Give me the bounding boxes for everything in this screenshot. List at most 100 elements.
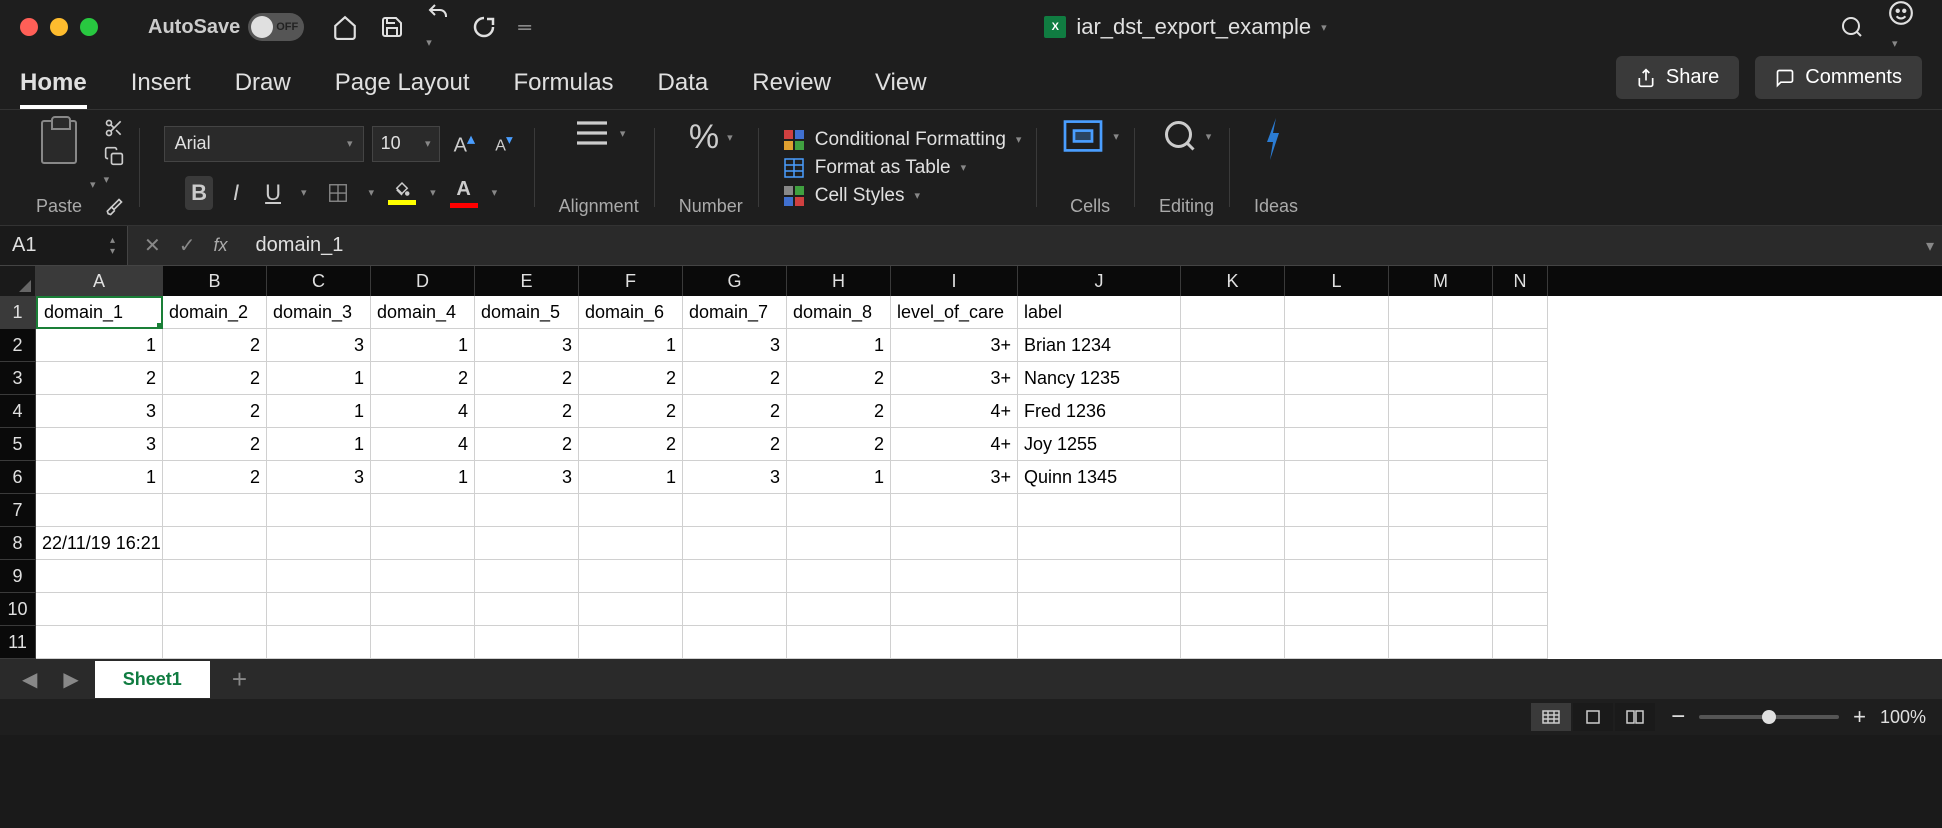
column-header-F[interactable]: F [579,266,683,296]
cell-A4[interactable]: 3 [36,395,163,428]
cell-L6[interactable] [1285,461,1389,494]
editing-icon[interactable] [1162,118,1198,154]
cell-F9[interactable] [579,560,683,593]
tab-data[interactable]: Data [658,69,709,109]
cell-H4[interactable]: 2 [787,395,891,428]
row-header-2[interactable]: 2 [0,329,36,362]
cell-M6[interactable] [1389,461,1493,494]
cell-K4[interactable] [1181,395,1285,428]
format-painter-icon[interactable] [104,197,124,217]
alignment-dropdown[interactable]: ▾ [620,127,626,140]
fill-color-dropdown[interactable]: ▾ [430,186,436,199]
tab-home[interactable]: Home [20,69,87,109]
cell-C5[interactable]: 1 [267,428,371,461]
cell-M7[interactable] [1389,494,1493,527]
cell-J5[interactable]: Joy 1255 [1018,428,1181,461]
cell-G9[interactable] [683,560,787,593]
cell-F4[interactable]: 2 [579,395,683,428]
cell-D1[interactable]: domain_4 [371,296,475,329]
underline-dropdown[interactable]: ▾ [301,186,307,199]
sheet-tab-active[interactable]: Sheet1 [95,661,210,698]
cell-A3[interactable]: 2 [36,362,163,395]
cell-G8[interactable] [683,527,787,560]
cell-C2[interactable]: 3 [267,329,371,362]
zoom-in-button[interactable]: + [1853,704,1866,730]
cell-J11[interactable] [1018,626,1181,659]
name-box-spinner[interactable]: ▴▾ [110,235,115,257]
row-header-6[interactable]: 6 [0,461,36,494]
cell-K6[interactable] [1181,461,1285,494]
cell-D6[interactable]: 1 [371,461,475,494]
cell-C4[interactable]: 1 [267,395,371,428]
cell-I5[interactable]: 4+ [891,428,1018,461]
cell-I3[interactable]: 3+ [891,362,1018,395]
cell-N10[interactable] [1493,593,1548,626]
row-header-11[interactable]: 11 [0,626,36,659]
conditional-formatting-button[interactable]: Conditional Formatting ▾ [783,129,1022,151]
ideas-icon[interactable] [1261,118,1291,160]
fill-color-button[interactable] [388,180,416,205]
quick-access-customize-icon[interactable]: ═ [518,17,531,38]
cell-J1[interactable]: label [1018,296,1181,329]
column-header-M[interactable]: M [1389,266,1493,296]
cell-J4[interactable]: Fred 1236 [1018,395,1181,428]
cell-G4[interactable]: 2 [683,395,787,428]
row-header-7[interactable]: 7 [0,494,36,527]
cell-K2[interactable] [1181,329,1285,362]
cell-B7[interactable] [163,494,267,527]
cell-K11[interactable] [1181,626,1285,659]
cell-M5[interactable] [1389,428,1493,461]
cell-J2[interactable]: Brian 1234 [1018,329,1181,362]
column-header-B[interactable]: B [163,266,267,296]
cell-I4[interactable]: 4+ [891,395,1018,428]
cell-H7[interactable] [787,494,891,527]
cell-K8[interactable] [1181,527,1285,560]
cell-I6[interactable]: 3+ [891,461,1018,494]
format-as-table-button[interactable]: Format as Table ▾ [783,157,1022,179]
sheet-nav-next-icon[interactable]: ▶ [53,667,88,692]
cell-C8[interactable] [267,527,371,560]
page-layout-view-button[interactable] [1573,703,1613,731]
cell-H10[interactable] [787,593,891,626]
cell-E3[interactable]: 2 [475,362,579,395]
cell-K5[interactable] [1181,428,1285,461]
cell-A6[interactable]: 1 [36,461,163,494]
cell-M8[interactable] [1389,527,1493,560]
cell-L9[interactable] [1285,560,1389,593]
cell-F2[interactable]: 1 [579,329,683,362]
search-icon[interactable] [1840,15,1864,39]
expand-formula-bar-icon[interactable]: ▾ [1918,236,1942,256]
cell-H5[interactable]: 2 [787,428,891,461]
bold-button[interactable]: B [185,176,213,210]
cell-N1[interactable] [1493,296,1548,329]
maximize-window-button[interactable] [80,18,98,36]
cell-C3[interactable]: 1 [267,362,371,395]
zoom-out-button[interactable]: − [1671,703,1685,731]
cell-B11[interactable] [163,626,267,659]
editing-dropdown[interactable]: ▾ [1206,130,1212,143]
cell-N5[interactable] [1493,428,1548,461]
borders-dropdown[interactable]: ▾ [369,186,375,199]
cell-H11[interactable] [787,626,891,659]
cell-M3[interactable] [1389,362,1493,395]
tab-view[interactable]: View [875,69,927,109]
borders-button[interactable] [321,178,355,208]
cell-G2[interactable]: 3 [683,329,787,362]
save-icon[interactable] [380,15,404,39]
cell-D11[interactable] [371,626,475,659]
row-header-3[interactable]: 3 [0,362,36,395]
cell-K10[interactable] [1181,593,1285,626]
fx-icon[interactable]: fx [214,235,228,256]
sheet-nav-prev-icon[interactable]: ◀ [12,667,47,692]
row-header-5[interactable]: 5 [0,428,36,461]
cell-N2[interactable] [1493,329,1548,362]
cell-E11[interactable] [475,626,579,659]
cell-E4[interactable]: 2 [475,395,579,428]
cell-I9[interactable] [891,560,1018,593]
cell-G11[interactable] [683,626,787,659]
cell-B9[interactable] [163,560,267,593]
cell-L3[interactable] [1285,362,1389,395]
cell-C6[interactable]: 3 [267,461,371,494]
cell-N6[interactable] [1493,461,1548,494]
cell-H1[interactable]: domain_8 [787,296,891,329]
